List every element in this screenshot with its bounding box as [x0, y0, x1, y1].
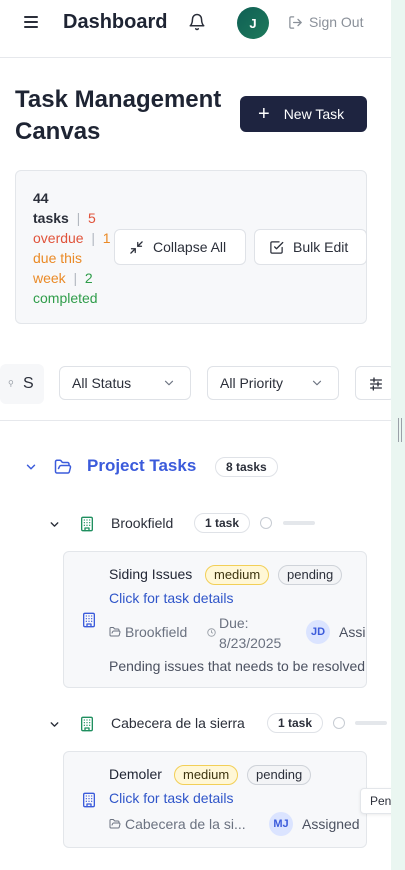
task-details-link[interactable]: Click for task details: [109, 590, 233, 606]
filter-settings-button[interactable]: [355, 366, 391, 400]
assignee-avatar: MJ: [269, 812, 293, 836]
location-label: Brookfield: [125, 624, 188, 640]
group-count-badge: 8 tasks: [215, 457, 278, 477]
progress-ring: [333, 717, 345, 729]
chevron-down-icon: [164, 380, 174, 386]
status-filter-value: All Status: [72, 375, 132, 391]
separator: |: [87, 230, 99, 246]
due-date: 8/23/2025: [219, 635, 282, 651]
stats-summary: 44 tasks | 5 overdue | 1 due this week |…: [33, 188, 113, 308]
separator: |: [72, 210, 85, 226]
group-header-project-tasks[interactable]: Project Tasks 8 tasks: [0, 450, 391, 484]
group-title: Project Tasks: [87, 456, 197, 475]
subgroup-count-badge: 1 task: [194, 513, 251, 533]
search-input[interactable]: ⚲ S: [0, 364, 44, 404]
folder-icon: [109, 819, 121, 829]
due-label: Due:: [219, 615, 249, 631]
building-icon: [81, 516, 93, 532]
status-filter-select[interactable]: All Status: [59, 366, 191, 400]
sign-out-button[interactable]: Sign Out: [288, 14, 363, 30]
app-viewport: Dashboard J Sign Out Task Management Can…: [0, 0, 391, 870]
progress-bar: [283, 521, 315, 525]
bulk-edit-button[interactable]: Bulk Edit: [254, 229, 367, 265]
task-description: Pending issues that needs to be resolved…: [109, 658, 367, 674]
priority-badge: medium: [205, 565, 270, 585]
chevron-down-icon[interactable]: [48, 518, 61, 531]
sign-out-icon: [289, 15, 302, 29]
stats-card: 44 tasks | 5 overdue | 1 due this week |…: [15, 170, 367, 324]
menu-icon[interactable]: [24, 16, 38, 30]
task-location: Cabecera de la si...: [109, 816, 246, 832]
task-card[interactable]: Demoler medium pending Click for task de…: [63, 751, 367, 848]
top-navbar: Dashboard J Sign Out: [0, 0, 391, 58]
page-title: Task Management Canvas: [15, 86, 222, 145]
new-task-label: New Task: [283, 106, 345, 122]
collapse-all-button[interactable]: Collapse All: [114, 229, 246, 265]
progress-bar: [355, 721, 387, 725]
chevron-down-icon[interactable]: [48, 718, 61, 731]
subgroup-header-cabecera[interactable]: Cabecera de la sierra 1 task: [0, 710, 391, 738]
sign-out-label: Sign Out: [309, 14, 364, 30]
subgroup-header-brookfield[interactable]: Brookfield 1 task: [0, 510, 391, 538]
section-divider: [0, 420, 391, 421]
checkbox-icon: [270, 240, 284, 254]
task-title: Siding Issues: [109, 566, 193, 582]
task-card[interactable]: Siding Issues medium pending Click for t…: [63, 551, 367, 688]
new-task-button[interactable]: + New Task: [240, 96, 367, 132]
status-tooltip: Pen: [360, 788, 391, 814]
priority-filter-select[interactable]: All Priority: [207, 366, 339, 400]
filter-bar: ⚲ S All Status All Priority: [0, 364, 391, 404]
clock-icon: [207, 628, 216, 637]
user-avatar[interactable]: J: [237, 7, 269, 39]
priority-badge: medium: [174, 765, 239, 785]
search-value: S: [23, 375, 34, 392]
assignee-avatar: JD: [306, 620, 330, 644]
search-icon: ⚲: [8, 379, 14, 388]
folder-icon: [109, 627, 121, 637]
building-icon: [83, 612, 95, 628]
minimize-icon: [130, 240, 143, 254]
priority-filter-value: All Priority: [220, 375, 284, 391]
status-badge: pending: [278, 565, 343, 585]
sliders-icon: [370, 377, 382, 391]
collapse-all-label: Collapse All: [153, 239, 227, 255]
total-label: tasks: [33, 210, 69, 226]
assigned-label: Assigned: [302, 816, 360, 832]
bulk-edit-label: Bulk Edit: [293, 239, 349, 255]
location-label: Cabecera de la si...: [125, 816, 246, 832]
task-details-link[interactable]: Click for task details: [109, 790, 233, 806]
assigned-label: Assigned: [339, 624, 366, 640]
progress-ring: [260, 517, 272, 529]
task-due: Due: 8/23/2025: [219, 613, 281, 653]
chevron-down-icon[interactable]: [24, 460, 38, 474]
subgroup-title: Cabecera de la sierra: [111, 715, 245, 731]
separator: |: [69, 270, 81, 286]
plus-icon: +: [258, 103, 270, 125]
chevron-down-icon: [312, 380, 322, 386]
status-badge: pending: [247, 765, 312, 785]
resize-handle[interactable]: [398, 418, 402, 442]
folder-open-icon: [54, 459, 72, 474]
subgroup-title: Brookfield: [111, 515, 174, 531]
building-icon: [81, 716, 93, 732]
brand-title[interactable]: Dashboard: [63, 11, 167, 34]
subgroup-count-badge: 1 task: [267, 713, 324, 733]
bell-icon[interactable]: [188, 13, 206, 31]
task-title: Demoler: [109, 766, 162, 782]
total-count: 44: [33, 190, 49, 206]
building-icon: [83, 792, 95, 808]
task-location: Brookfield: [109, 624, 187, 640]
